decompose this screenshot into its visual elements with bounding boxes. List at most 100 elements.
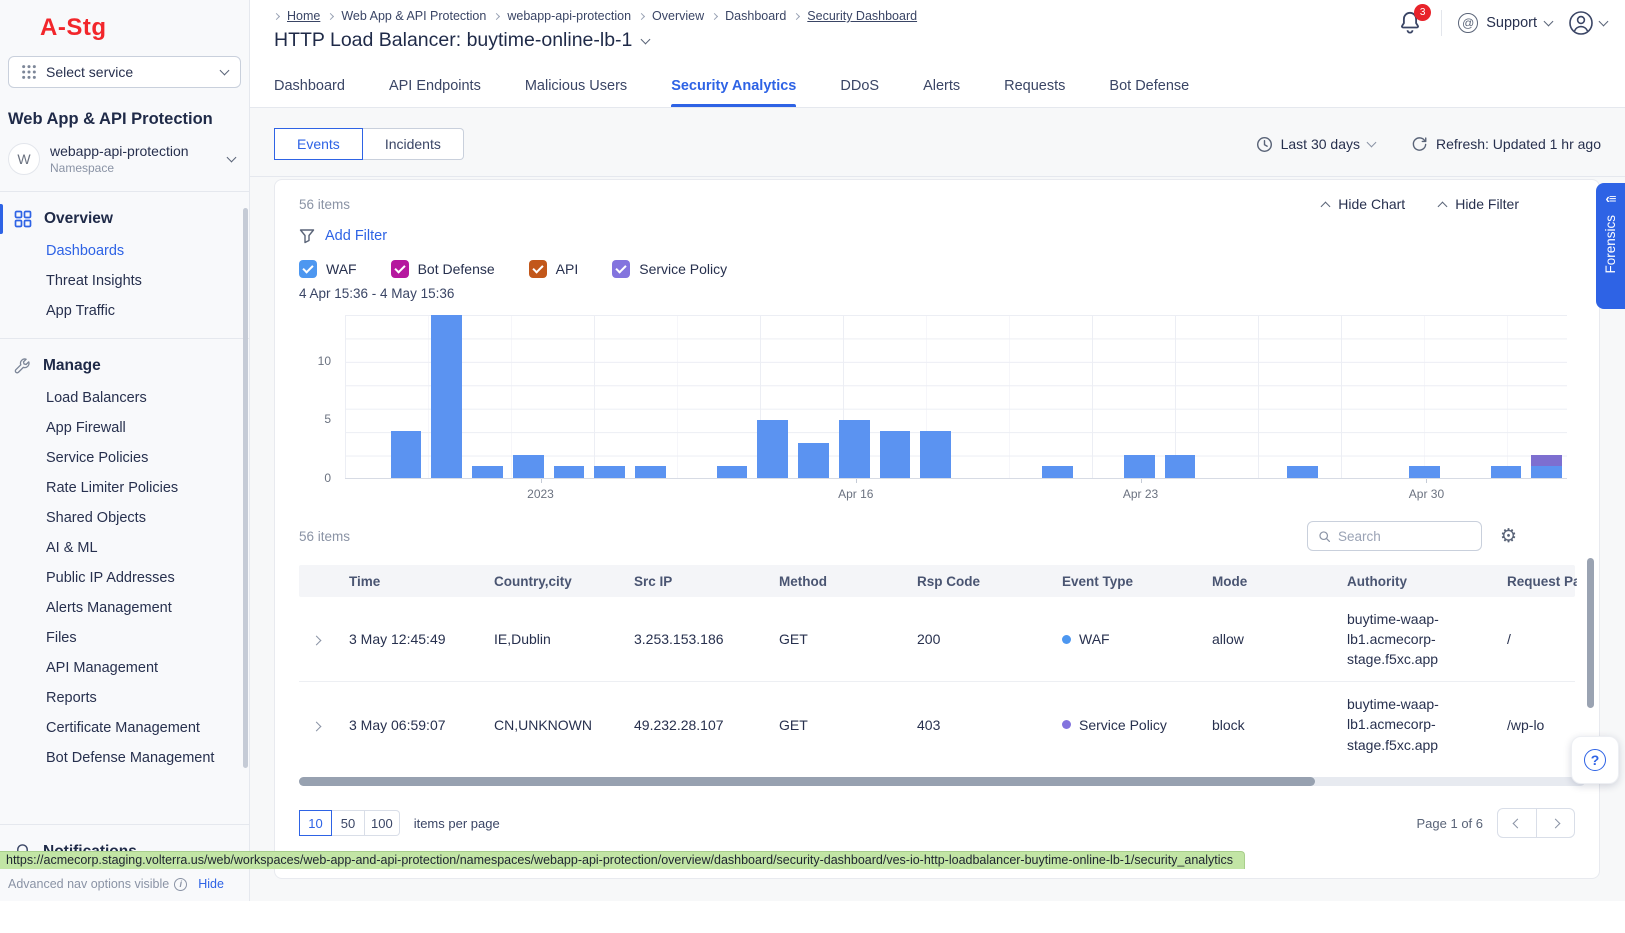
breadcrumb-item[interactable]: Home (287, 9, 320, 23)
chart-bar-slot[interactable] (589, 315, 630, 478)
breadcrumb-item[interactable]: webapp-api-protection (507, 9, 631, 23)
chart-bar-slot[interactable] (508, 315, 549, 478)
chart-bar-slot[interactable] (1404, 315, 1445, 478)
tab[interactable]: API Endpoints (389, 78, 481, 107)
sidebar-item[interactable]: Alerts Management (0, 593, 249, 623)
page-size-button[interactable]: 50 (332, 810, 365, 836)
chart-bar-slot[interactable] (1486, 315, 1527, 478)
hide-filter-button[interactable]: Hide Filter (1439, 196, 1519, 212)
chart-bar-slot[interactable] (712, 315, 753, 478)
chevron-down-icon[interactable] (641, 34, 651, 44)
chart-bar-slot[interactable] (467, 315, 508, 478)
chart-bar-slot[interactable] (793, 315, 834, 478)
chart-bar-slot[interactable] (915, 315, 956, 478)
chart-bar-slot[interactable] (1241, 315, 1282, 478)
namespace-selector[interactable]: W webapp-api-protection Namespace (0, 129, 249, 191)
table-horizontal-scrollbar[interactable] (299, 777, 1585, 786)
chart-bar-slot[interactable] (386, 315, 427, 478)
table-row[interactable]: 3 May 12:45:49 IE,Dublin 3.253.153.186 G… (299, 597, 1575, 682)
sidebar-item[interactable]: App Firewall (0, 413, 249, 443)
chart-bar-slot[interactable] (345, 315, 386, 478)
filter-checkbox-item[interactable]: Service Policy (612, 260, 727, 278)
chart-bar-slot[interactable] (426, 315, 467, 478)
search-input[interactable] (1338, 529, 1471, 544)
chart-bar-slot[interactable] (1323, 315, 1364, 478)
checkbox-checked-icon[interactable] (299, 260, 317, 278)
next-page-button[interactable] (1536, 809, 1574, 837)
breadcrumb-item[interactable]: Overview (652, 9, 704, 23)
refresh-button[interactable]: Refresh: Updated 1 hr ago (1411, 136, 1601, 153)
page-size-button[interactable]: 10 (299, 810, 332, 836)
row-expand-button[interactable] (299, 717, 349, 733)
sidebar-item[interactable]: API Management (0, 653, 249, 683)
sidebar-item[interactable]: Shared Objects (0, 503, 249, 533)
sidebar-item[interactable]: Public IP Addresses (0, 563, 249, 593)
page-size-button[interactable]: 100 (365, 810, 400, 836)
chart-bar-slot[interactable] (752, 315, 793, 478)
sidebar-item[interactable]: Reports (0, 683, 249, 713)
checkbox-checked-icon[interactable] (529, 260, 547, 278)
notifications-bell-button[interactable]: 3 (1399, 10, 1425, 36)
sidebar-item[interactable]: Rate Limiter Policies (0, 473, 249, 503)
chart-bar-slot[interactable] (671, 315, 712, 478)
sidebar-section-overview[interactable]: Overview (0, 202, 249, 236)
chart-bar-slot[interactable] (1363, 315, 1404, 478)
breadcrumb-item[interactable]: Dashboard (725, 9, 786, 23)
sidebar-item[interactable]: Load Balancers (0, 383, 249, 413)
toggle-button[interactable]: Events (274, 128, 363, 160)
account-menu[interactable] (1568, 10, 1607, 36)
sidebar-item[interactable]: Dashboards (0, 236, 249, 266)
add-filter-button[interactable]: Add Filter (299, 228, 1575, 244)
chart-bar-slot[interactable] (1037, 315, 1078, 478)
tab[interactable]: Requests (1004, 78, 1065, 107)
table-vertical-scrollbar[interactable] (1587, 558, 1594, 708)
breadcrumb-item[interactable]: Security Dashboard (807, 9, 917, 23)
time-range-selector[interactable]: Last 30 days (1256, 136, 1375, 153)
chart-bar-slot[interactable] (875, 315, 916, 478)
chart-bar-slot[interactable] (956, 315, 997, 478)
tab[interactable]: DDoS (840, 78, 879, 107)
row-expand-button[interactable] (299, 631, 349, 647)
help-button[interactable]: ? (1571, 736, 1619, 784)
filter-checkbox-item[interactable]: Bot Defense (391, 260, 495, 278)
forensics-panel-tab[interactable]: ‹≡ Forensics (1596, 183, 1625, 309)
chart-bar-slot[interactable] (1160, 315, 1201, 478)
sidebar-item[interactable]: Service Policies (0, 443, 249, 473)
hide-advanced-nav-link[interactable]: Hide (198, 877, 224, 891)
chart-bar-slot[interactable] (997, 315, 1038, 478)
sidebar-item[interactable]: Threat Insights (0, 266, 249, 296)
chart-bar-slot[interactable] (834, 315, 875, 478)
filter-checkbox-item[interactable]: WAF (299, 260, 357, 278)
tab[interactable]: Alerts (923, 78, 960, 107)
chart-bar-slot[interactable] (1526, 315, 1567, 478)
sidebar-scrollbar[interactable] (243, 208, 248, 768)
sidebar-item[interactable]: Bot Defense Management (0, 743, 249, 773)
chart-bar-slot[interactable] (630, 315, 671, 478)
tab[interactable]: Bot Defense (1109, 78, 1189, 107)
breadcrumb-item[interactable]: Web App & API Protection (341, 9, 486, 23)
chart-bar-slot[interactable] (1445, 315, 1486, 478)
table-row[interactable]: 3 May 06:59:07 CN,UNKNOWN 49.232.28.107 … (299, 682, 1575, 767)
chart-bar-slot[interactable] (549, 315, 590, 478)
sidebar-item[interactable]: AI & ML (0, 533, 249, 563)
checkbox-checked-icon[interactable] (391, 260, 409, 278)
previous-page-button[interactable] (1498, 809, 1536, 837)
sidebar-section-manage[interactable]: Manage (0, 349, 249, 383)
table-settings-gear-icon[interactable]: ⚙ (1500, 527, 1517, 546)
scrollbar-thumb[interactable] (299, 777, 1315, 786)
chart-bar-slot[interactable] (1078, 315, 1119, 478)
checkbox-checked-icon[interactable] (612, 260, 630, 278)
hide-chart-button[interactable]: Hide Chart (1322, 196, 1405, 212)
support-menu[interactable]: @ Support (1458, 13, 1552, 33)
tab[interactable]: Security Analytics (671, 78, 796, 107)
sidebar-item[interactable]: Files (0, 623, 249, 653)
chart-bar-slot[interactable] (1119, 315, 1160, 478)
sidebar-item[interactable]: App Traffic (0, 296, 249, 326)
sidebar-item[interactable]: Certificate Management (0, 713, 249, 743)
toggle-button[interactable]: Incidents (363, 128, 464, 160)
tab[interactable]: Dashboard (274, 78, 345, 107)
chart-bar-slot[interactable] (1200, 315, 1241, 478)
chart-bar-slot[interactable] (1282, 315, 1323, 478)
service-selector[interactable]: Select service (8, 56, 241, 88)
tab[interactable]: Malicious Users (525, 78, 627, 107)
